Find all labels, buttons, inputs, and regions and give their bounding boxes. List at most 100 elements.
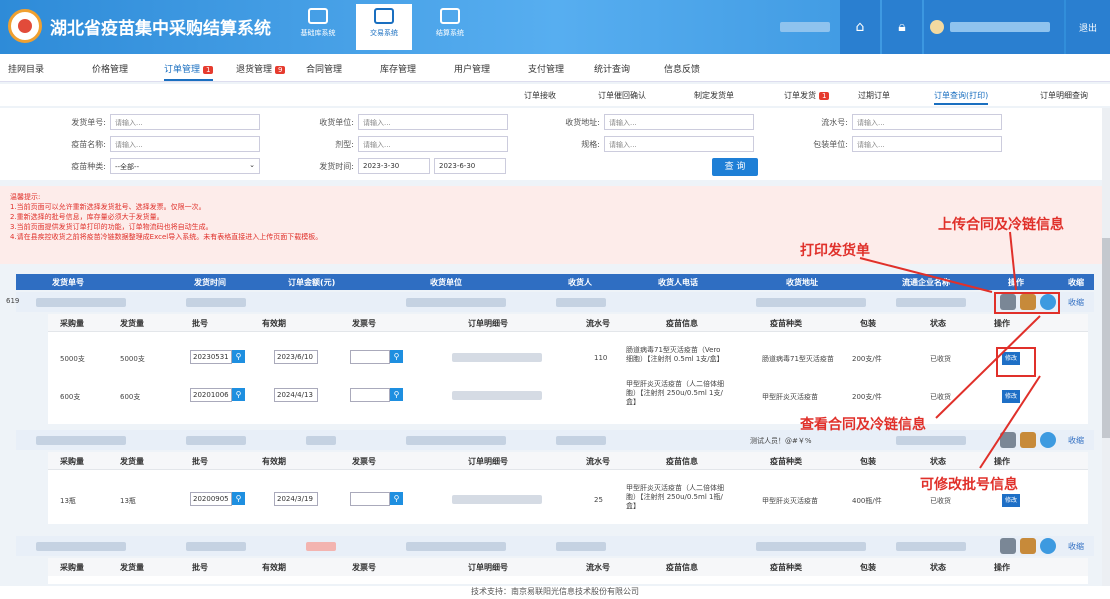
expiry-input[interactable]: 2024/4/13 xyxy=(274,388,318,402)
calculator-icon xyxy=(440,8,460,24)
sub-order-receive[interactable]: 订单接收 xyxy=(524,90,556,101)
invoice-search-icon[interactable]: ⚲ xyxy=(390,388,403,401)
menu-inventory[interactable]: 库存管理 xyxy=(380,62,416,75)
chevron-down-icon: ⌄ xyxy=(249,161,255,169)
app-logo-icon xyxy=(8,9,42,43)
receiver-unit-input[interactable]: 请输入... xyxy=(358,114,508,130)
filter-panel: 发货单号: 请输入... 收货单位: 请输入... 收货地址: 请输入... 流… xyxy=(0,108,1110,180)
receive-addr-label: 收货地址: xyxy=(565,118,600,127)
serial-no-input[interactable]: 请输入... xyxy=(852,114,1002,130)
collapse-link[interactable]: 收缩 xyxy=(1068,297,1084,308)
home-icon[interactable]: ⌂ xyxy=(840,0,880,54)
tips-line: 1.当前页面可以允许重新选择发货批号、选择发票。仅限一次。 xyxy=(10,203,206,211)
tips-line: 3.当前页面提供发货订单打印的功能，订单物流码也将自动生成。 xyxy=(10,223,213,231)
menu-payment[interactable]: 支付管理 xyxy=(528,62,564,75)
invoice-search-icon[interactable]: ⚲ xyxy=(390,350,403,363)
sub-make-shipment[interactable]: 制定发货单 xyxy=(694,90,734,101)
batch-search-icon[interactable]: ⚲ xyxy=(232,350,245,363)
query-button[interactable]: 查 询 xyxy=(712,158,758,176)
dosage-form-input[interactable]: 请输入... xyxy=(358,136,508,152)
upload-icon[interactable] xyxy=(1020,432,1036,448)
receiver-unit-label: 收货单位: xyxy=(319,118,354,127)
orders-table-header: 发货单号 发货时间 订单金额(元) 收货单位 收货人 收货人电话 收货地址 流通… xyxy=(16,274,1094,290)
ship-time-to-input[interactable]: 2023-6-30 xyxy=(434,158,506,174)
main-menu: 挂网目录 价格管理 订单管理 1 退货管理 9 合同管理 库存管理 用户管理 支付管… xyxy=(0,54,1110,82)
receive-addr-input[interactable]: 请输入... xyxy=(604,114,754,130)
user-menu[interactable] xyxy=(924,0,1064,54)
invoice-input[interactable] xyxy=(350,492,390,506)
menu-orders[interactable]: 订单管理 1 xyxy=(164,62,214,81)
menu-feedback[interactable]: 信息反馈 xyxy=(664,62,700,75)
order-row: 619 收缩 xyxy=(6,292,1094,312)
tips-line: 4.请在县疾控收货之前将疫苗冷链数据整理成Excel导入系统。未有表格直接进入上… xyxy=(10,233,323,241)
invoice-input[interactable] xyxy=(350,388,390,402)
footer: 技术支持：南京易联阳光信息技术股份有限公司 xyxy=(0,586,1110,599)
batch-search-icon[interactable]: ⚲ xyxy=(232,388,245,401)
annotation-print: 打印发货单 xyxy=(800,243,870,259)
expiry-input[interactable]: 2024/3/19 xyxy=(274,492,318,506)
menu-contracts[interactable]: 合同管理 xyxy=(306,62,342,75)
print-icon[interactable] xyxy=(1000,538,1016,554)
order-detail-table: 采购量 发货量 批号 有效期 发票号 订单明细号 流水号 疫苗信息 疫苗种类 包… xyxy=(48,314,1088,424)
sub-expired-orders[interactable]: 过期订单 xyxy=(858,90,890,101)
user-name-blurred xyxy=(950,22,1050,32)
avatar-icon xyxy=(930,20,944,34)
menu-stats[interactable]: 统计查询 xyxy=(594,62,630,75)
icons-highlight-box xyxy=(994,292,1060,314)
ship-badge: 1 xyxy=(819,92,830,100)
print-icon[interactable] xyxy=(1000,432,1016,448)
scrollbar-thumb[interactable] xyxy=(1102,238,1110,438)
search-icon[interactable] xyxy=(1040,432,1056,448)
vaccine-type-select[interactable]: --全部-- ⌄ xyxy=(110,158,260,174)
invoice-input[interactable] xyxy=(350,350,390,364)
invoice-search-icon[interactable]: ⚲ xyxy=(390,492,403,505)
nav-settlement-system[interactable]: 结算系统 xyxy=(422,4,478,50)
layers-icon xyxy=(308,8,328,24)
orders-badge: 1 xyxy=(203,66,214,74)
spec-label: 规格: xyxy=(581,140,600,149)
logout-button[interactable]: 退出 xyxy=(1066,0,1110,54)
tips-title: 温馨提示: xyxy=(10,193,41,201)
sub-order-recall[interactable]: 订单催回确认 xyxy=(598,90,646,101)
pack-unit-input[interactable]: 请输入... xyxy=(852,136,1002,152)
tips-line: 2.重新选择的批号信息，库存量必须大于发货量。 xyxy=(10,213,164,221)
sub-order-query-print[interactable]: 订单查询(打印) xyxy=(934,90,989,105)
menu-listing[interactable]: 挂网目录 xyxy=(8,62,44,75)
batch-input[interactable]: 20201006 xyxy=(190,388,232,402)
ship-no-input[interactable]: 请输入... xyxy=(110,114,260,130)
upload-icon[interactable] xyxy=(1020,538,1036,554)
order-row: 收缩 xyxy=(16,536,1094,556)
ship-time-from-input[interactable]: 2023-3-30 xyxy=(358,158,430,174)
scrollbar[interactable] xyxy=(1102,108,1110,586)
ship-no-label: 发货单号: xyxy=(71,118,106,127)
nav-basic-system[interactable]: 基础库系统 xyxy=(290,4,346,50)
dosage-form-label: 剂型: xyxy=(335,140,354,149)
vaccine-name-input[interactable]: 请输入... xyxy=(110,136,260,152)
lock-icon[interactable]: 🔒︎ xyxy=(882,0,922,54)
batch-input[interactable]: 20230531 xyxy=(190,350,232,364)
menu-users[interactable]: 用户管理 xyxy=(454,62,490,75)
collapse-link[interactable]: 收缩 xyxy=(1068,435,1084,446)
expiry-input[interactable]: 2023/6/10 xyxy=(274,350,318,364)
menu-price[interactable]: 价格管理 xyxy=(92,62,128,75)
returns-badge: 9 xyxy=(275,66,286,74)
batch-input[interactable]: 20200905 xyxy=(190,492,232,506)
ship-time-label: 发货时间: xyxy=(319,162,354,171)
edit-button[interactable]: 修改 xyxy=(1002,390,1020,403)
search-icon[interactable] xyxy=(1040,538,1056,554)
spec-input[interactable]: 请输入... xyxy=(604,136,754,152)
order-row: 测试人员！@#￥% 收缩 xyxy=(16,430,1094,450)
sub-order-ship[interactable]: 订单发货 1 xyxy=(784,90,830,101)
batch-search-icon[interactable]: ⚲ xyxy=(232,492,245,505)
menu-returns[interactable]: 退货管理 9 xyxy=(236,62,286,75)
pack-unit-label: 包装单位: xyxy=(813,140,848,149)
sub-order-detail-query[interactable]: 订单明细查询 xyxy=(1040,90,1088,101)
nav-trade-system[interactable]: 交易系统 xyxy=(356,4,412,50)
top-header: 湖北省疫苗集中采购结算系统 基础库系统 交易系统 结算系统 ⌂ 🔒︎ 退出 xyxy=(0,0,1110,54)
vaccine-name-label: 疫苗名称: xyxy=(71,140,106,149)
edit-button[interactable]: 修改 xyxy=(1002,494,1020,507)
annotation-view: 查看合同及冷链信息 xyxy=(800,417,926,433)
order-detail-table: 采购量 发货量 批号 有效期 发票号 订单明细号 流水号 疫苗信息 疫苗种类 包… xyxy=(48,558,1088,584)
collapse-link[interactable]: 收缩 xyxy=(1068,541,1084,552)
vaccine-type-label: 疫苗种类: xyxy=(71,162,106,171)
